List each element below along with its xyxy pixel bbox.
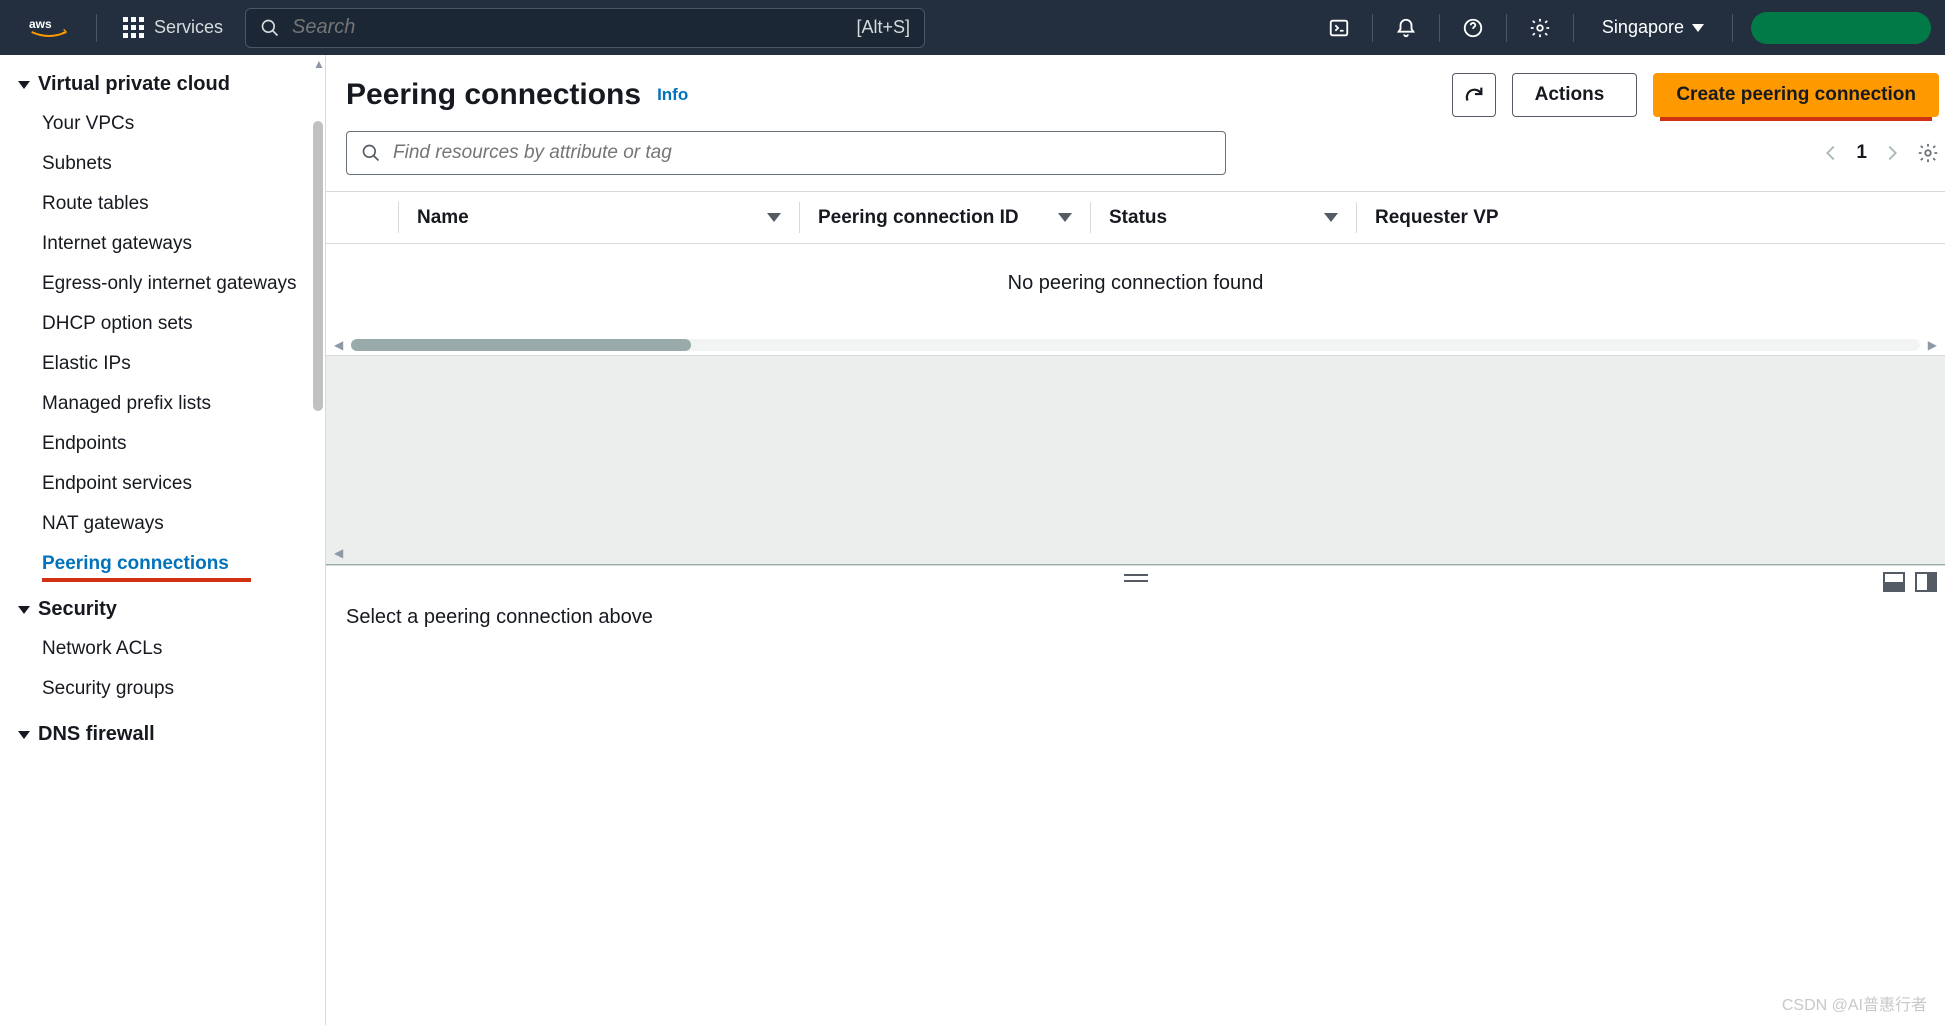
main-content: Peering connections Info Actions Create …: [326, 55, 1945, 1025]
sidebar-item-managed-prefix-lists[interactable]: Managed prefix lists: [14, 384, 321, 424]
services-menu[interactable]: Services: [109, 0, 237, 55]
page-prev-icon[interactable]: [1820, 142, 1842, 164]
divider: [1732, 14, 1733, 42]
sidebar-item-endpoints[interactable]: Endpoints: [14, 424, 321, 464]
panel-resize-handle[interactable]: [1124, 574, 1148, 582]
info-link[interactable]: Info: [657, 85, 688, 105]
column-requester-vpc[interactable]: Requester VP: [1357, 192, 1945, 243]
sidebar-section-header[interactable]: Virtual private cloud: [14, 65, 321, 104]
top-nav: aws Services [Alt+S] Singapore: [0, 0, 1945, 55]
scroll-left-icon[interactable]: ◀: [334, 338, 343, 352]
services-label: Services: [154, 17, 223, 38]
account-menu[interactable]: [1751, 12, 1931, 44]
settings-icon[interactable]: [1519, 7, 1561, 49]
aws-logo[interactable]: aws: [14, 0, 84, 55]
layout-split-icon[interactable]: [1915, 572, 1937, 592]
column-peering-id[interactable]: Peering connection ID: [800, 192, 1090, 243]
sidebar-item-egress-only-igw[interactable]: Egress-only internet gateways: [14, 264, 321, 304]
scroll-thumb[interactable]: [313, 121, 323, 411]
search-icon: [361, 143, 381, 163]
region-label: Singapore: [1602, 17, 1684, 38]
sidebar-item-peering-connections[interactable]: Peering connections: [14, 544, 321, 584]
grid-icon: [123, 17, 144, 38]
sidebar-section-header[interactable]: DNS firewall: [14, 715, 321, 754]
watermark: CSDN @AI普惠行者: [1782, 991, 1927, 1015]
sidebar-item-security-groups[interactable]: Security groups: [14, 669, 321, 709]
column-label: Peering connection ID: [818, 207, 1019, 229]
search-icon: [260, 18, 280, 38]
actions-button[interactable]: Actions: [1512, 73, 1638, 117]
create-label: Create peering connection: [1676, 84, 1916, 106]
sidebar-item-subnets[interactable]: Subnets: [14, 144, 321, 184]
page-next-icon[interactable]: [1881, 142, 1903, 164]
column-label: Name: [417, 207, 469, 229]
sidebar-section-header[interactable]: Security: [14, 590, 321, 629]
column-name[interactable]: Name: [399, 192, 799, 243]
notifications-icon[interactable]: [1385, 7, 1427, 49]
refresh-icon: [1463, 84, 1485, 106]
sidebar-item-nat-gateways[interactable]: NAT gateways: [14, 504, 321, 544]
divider: [96, 14, 97, 42]
sidebar-item-endpoint-services[interactable]: Endpoint services: [14, 464, 321, 504]
sort-icon: [767, 213, 781, 222]
horizontal-scrollbar[interactable]: ◀ ▶: [326, 335, 1945, 355]
section-title: Virtual private cloud: [38, 73, 230, 96]
divider: [1573, 14, 1574, 42]
section-title: DNS firewall: [38, 723, 155, 746]
table-empty-space: ◀: [326, 355, 1945, 565]
sort-icon: [1324, 213, 1338, 222]
svg-text:aws: aws: [29, 17, 52, 31]
sidebar-item-your-vpcs[interactable]: Your VPCs: [14, 104, 321, 144]
scroll-left-icon[interactable]: ◀: [334, 546, 343, 560]
empty-table-message: No peering connection found: [326, 244, 1945, 335]
section-title: Security: [38, 598, 117, 621]
caret-down-icon: [1692, 24, 1704, 32]
search-input[interactable]: [292, 16, 844, 39]
divider: [1372, 14, 1373, 42]
column-label: Status: [1109, 207, 1167, 229]
region-selector[interactable]: Singapore: [1586, 17, 1720, 38]
page-number: 1: [1856, 142, 1867, 164]
sidebar-item-route-tables[interactable]: Route tables: [14, 184, 321, 224]
refresh-button[interactable]: [1452, 73, 1496, 117]
select-all-column[interactable]: [326, 192, 398, 243]
details-panel: Select a peering connection above: [326, 565, 1945, 629]
layout-toggle-group: [1883, 572, 1937, 592]
caret-down-icon: [18, 731, 30, 739]
sidebar-section-vpc: Virtual private cloud Your VPCs Subnets …: [14, 65, 321, 584]
scroll-thumb[interactable]: [351, 339, 691, 351]
page-title: Peering connections: [346, 78, 641, 112]
caret-down-icon: [18, 81, 30, 89]
caret-down-icon: [18, 606, 30, 614]
sort-icon: [1058, 213, 1072, 222]
sidebar-item-internet-gateways[interactable]: Internet gateways: [14, 224, 321, 264]
sidebar: Virtual private cloud Your VPCs Subnets …: [0, 55, 326, 1025]
scroll-right-icon[interactable]: ▶: [1928, 338, 1937, 352]
actions-label: Actions: [1535, 84, 1605, 106]
sidebar-item-elastic-ips[interactable]: Elastic IPs: [14, 344, 321, 384]
help-icon[interactable]: [1452, 7, 1494, 49]
filter-input[interactable]: [393, 142, 1211, 164]
divider: [1439, 14, 1440, 42]
global-search[interactable]: [Alt+S]: [245, 8, 925, 48]
table-settings-icon[interactable]: [1917, 142, 1939, 164]
sidebar-section-security: Security Network ACLs Security groups: [14, 590, 321, 709]
table-header-row: Name Peering connection ID Status Reques…: [326, 192, 1945, 244]
table: Name Peering connection ID Status Reques…: [326, 192, 1945, 355]
scroll-up-icon[interactable]: ▲: [313, 57, 323, 71]
column-label: Requester VP: [1375, 207, 1499, 229]
filter-box[interactable]: [346, 131, 1226, 175]
sidebar-section-dns-firewall: DNS firewall: [14, 715, 321, 754]
search-shortcut: [Alt+S]: [857, 17, 911, 38]
cloudshell-icon[interactable]: [1318, 7, 1360, 49]
layout-bottom-panel-icon[interactable]: [1883, 572, 1905, 592]
column-status[interactable]: Status: [1091, 192, 1356, 243]
sidebar-item-dhcp-option-sets[interactable]: DHCP option sets: [14, 304, 321, 344]
create-peering-connection-button[interactable]: Create peering connection: [1653, 73, 1939, 117]
pagination: 1: [1820, 142, 1939, 164]
divider: [1506, 14, 1507, 42]
sidebar-item-network-acls[interactable]: Network ACLs: [14, 629, 321, 669]
sidebar-scrollbar[interactable]: ▲: [313, 55, 325, 1025]
